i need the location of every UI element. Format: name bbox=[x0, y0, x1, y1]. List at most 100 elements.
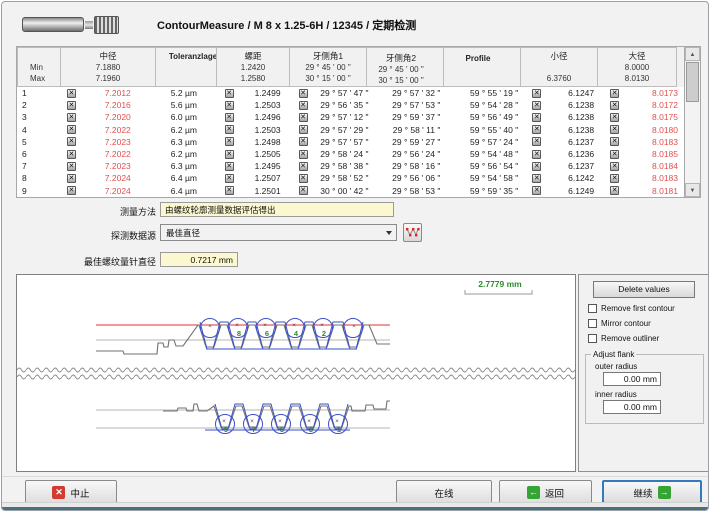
checkbox-checked-icon[interactable]: ✕ bbox=[610, 101, 619, 110]
contour-measure-window: ContourMeasure / M 8 x 1.25-6H / 12345 /… bbox=[1, 1, 709, 511]
checkbox-unchecked-icon[interactable] bbox=[588, 334, 597, 343]
table-row[interactable]: 7 ✕7.2023 6.3 µm ✕1.2495 ✕29 ° 58 ' 38 "… bbox=[17, 160, 684, 172]
pitch-value: 1.2501 bbox=[234, 186, 293, 196]
checkbox-checked-icon[interactable]: ✕ bbox=[532, 150, 541, 159]
checkbox-checked-icon[interactable]: ✕ bbox=[225, 101, 234, 110]
checkbox-checked-icon[interactable]: ✕ bbox=[225, 162, 234, 171]
checkbox-checked-icon[interactable]: ✕ bbox=[610, 174, 619, 183]
checkbox-checked-icon[interactable]: ✕ bbox=[610, 162, 619, 171]
wire-diameter-input[interactable]: 0.7217 mm bbox=[160, 252, 238, 267]
tolerance-value: 6.0 µm bbox=[157, 111, 219, 123]
remove-outliner-option[interactable]: Remove outliner bbox=[588, 334, 709, 343]
mirror-contour-option[interactable]: Mirror contour bbox=[588, 319, 709, 328]
checkbox-checked-icon[interactable]: ✕ bbox=[532, 137, 541, 146]
checkbox-checked-icon[interactable]: ✕ bbox=[610, 89, 619, 98]
tolerance-value: 6.2 µm bbox=[157, 124, 219, 136]
pitch-value: 1.2495 bbox=[234, 161, 293, 171]
checkbox-checked-icon[interactable]: ✕ bbox=[532, 174, 541, 183]
outer-radius-input[interactable]: 0.00 mm bbox=[603, 372, 661, 386]
checkbox-checked-icon[interactable]: ✕ bbox=[610, 137, 619, 146]
checkbox-checked-icon[interactable]: ✕ bbox=[299, 162, 308, 171]
chevron-down-icon bbox=[386, 231, 392, 238]
checkbox-checked-icon[interactable]: ✕ bbox=[67, 162, 76, 171]
checkbox-unchecked-icon[interactable] bbox=[588, 304, 597, 313]
online-label: 在线 bbox=[434, 486, 453, 500]
checkbox-checked-icon[interactable]: ✕ bbox=[67, 113, 76, 122]
tolerance-value: 6.2 µm bbox=[157, 148, 219, 160]
checkbox-checked-icon[interactable]: ✕ bbox=[532, 101, 541, 110]
flank-angle-2-value: 29 ° 57 ' 32 " bbox=[392, 88, 440, 98]
checkbox-checked-icon[interactable]: ✕ bbox=[67, 89, 76, 98]
checkbox-checked-icon[interactable]: ✕ bbox=[610, 150, 619, 159]
checkbox-checked-icon[interactable]: ✕ bbox=[610, 186, 619, 195]
checkbox-checked-icon[interactable]: ✕ bbox=[299, 174, 308, 183]
checkbox-checked-icon[interactable]: ✕ bbox=[299, 125, 308, 134]
tolerance-value: 6.3 µm bbox=[157, 136, 219, 148]
method-input[interactable]: 由螺纹轮廓测量数据评估得出 bbox=[160, 202, 394, 217]
flank-angle-1-value: 29 ° 56 ' 35 " bbox=[308, 100, 371, 110]
table-row[interactable]: 5 ✕7.2023 6.3 µm ✕1.2498 ✕29 ° 57 ' 57 "… bbox=[17, 136, 684, 148]
table-row[interactable]: 2 ✕7.2016 5.6 µm ✕1.2503 ✕29 ° 56 ' 35 "… bbox=[17, 99, 684, 111]
checkbox-checked-icon[interactable]: ✕ bbox=[67, 150, 76, 159]
table-row[interactable]: 1 ✕7.2012 5.2 µm ✕1.2499 ✕29 ° 57 ' 47 "… bbox=[17, 87, 684, 99]
table-scrollbar[interactable]: ▲ ▼ bbox=[685, 46, 701, 198]
svg-text:×: × bbox=[335, 418, 339, 425]
contour-plot-canvas: 2.7779 mm ××× ××× 8 6 4 2 bbox=[17, 275, 575, 471]
checkbox-checked-icon[interactable]: ✕ bbox=[610, 125, 619, 134]
checkbox-checked-icon[interactable]: ✕ bbox=[225, 150, 234, 159]
checkbox-checked-icon[interactable]: ✕ bbox=[225, 174, 234, 183]
checkbox-checked-icon[interactable]: ✕ bbox=[532, 113, 541, 122]
checkbox-checked-icon[interactable]: ✕ bbox=[610, 113, 619, 122]
checkbox-checked-icon[interactable]: ✕ bbox=[299, 137, 308, 146]
pitch-value: 1.2499 bbox=[234, 88, 293, 98]
major-diameter-value: 8.0185 bbox=[619, 149, 684, 159]
scroll-up-icon[interactable]: ▲ bbox=[685, 47, 700, 61]
table-row[interactable]: 8 ✕7.2024 6.4 µm ✕1.2507 ✕29 ° 58 ' 52 "… bbox=[17, 172, 684, 184]
table-row[interactable]: 6 ✕7.2022 6.2 µm ✕1.2505 ✕29 ° 58 ' 24 "… bbox=[17, 148, 684, 160]
checkbox-checked-icon[interactable]: ✕ bbox=[299, 101, 308, 110]
pitch-value: 1.2503 bbox=[234, 125, 293, 135]
table-row[interactable]: 3 ✕7.2020 6.0 µm ✕1.2496 ✕29 ° 57 ' 12 "… bbox=[17, 111, 684, 123]
checkbox-checked-icon[interactable]: ✕ bbox=[67, 174, 76, 183]
checkbox-checked-icon[interactable]: ✕ bbox=[299, 186, 308, 195]
source-dropdown[interactable]: 最佳直径 bbox=[160, 224, 397, 241]
contour-plot-panel[interactable]: 2.7779 mm ××× ××× 8 6 4 2 bbox=[16, 274, 576, 472]
scrollbar-track[interactable] bbox=[685, 103, 700, 183]
scrollbar-thumb[interactable] bbox=[686, 62, 699, 102]
checkbox-checked-icon[interactable]: ✕ bbox=[299, 113, 308, 122]
table-row[interactable]: 4 ✕7.2022 6.2 µm ✕1.2503 ✕29 ° 57 ' 29 "… bbox=[17, 124, 684, 136]
checkbox-unchecked-icon[interactable] bbox=[588, 319, 597, 328]
checkbox-checked-icon[interactable]: ✕ bbox=[225, 89, 234, 98]
checkbox-checked-icon[interactable]: ✕ bbox=[225, 137, 234, 146]
checkbox-checked-icon[interactable]: ✕ bbox=[67, 186, 76, 195]
table-row[interactable]: 9 ✕7.2024 6.4 µm ✕1.2501 ✕30 ° 00 ' 42 "… bbox=[17, 185, 684, 197]
minor-diameter-value: 6.1238 bbox=[541, 112, 604, 122]
svg-text:2: 2 bbox=[322, 329, 326, 338]
probe-points-button[interactable] bbox=[403, 223, 422, 242]
checkbox-checked-icon[interactable]: ✕ bbox=[225, 125, 234, 134]
checkbox-checked-icon[interactable]: ✕ bbox=[532, 162, 541, 171]
svg-text:5: 5 bbox=[280, 425, 284, 434]
checkbox-checked-icon[interactable]: ✕ bbox=[67, 137, 76, 146]
checkbox-checked-icon[interactable]: ✕ bbox=[532, 89, 541, 98]
pitch-value: 1.2503 bbox=[234, 100, 293, 110]
checkbox-checked-icon[interactable]: ✕ bbox=[299, 150, 308, 159]
checkbox-label: Remove outliner bbox=[601, 334, 659, 343]
checkbox-checked-icon[interactable]: ✕ bbox=[532, 186, 541, 195]
checkbox-checked-icon[interactable]: ✕ bbox=[225, 113, 234, 122]
break-band bbox=[17, 367, 575, 381]
inner-radius-input[interactable]: 0.00 mm bbox=[603, 400, 661, 414]
tolerance-value: 6.4 µm bbox=[157, 185, 219, 197]
checkbox-checked-icon[interactable]: ✕ bbox=[67, 125, 76, 134]
svg-text:×: × bbox=[278, 418, 282, 425]
delete-values-button[interactable]: Delete values bbox=[593, 281, 695, 298]
checkbox-checked-icon[interactable]: ✕ bbox=[532, 125, 541, 134]
checkbox-checked-icon[interactable]: ✕ bbox=[67, 101, 76, 110]
back-arrow-icon: ← bbox=[527, 486, 540, 499]
checkbox-checked-icon[interactable]: ✕ bbox=[299, 89, 308, 98]
scale-bracket bbox=[465, 290, 532, 294]
svg-text:×: × bbox=[235, 322, 239, 329]
checkbox-checked-icon[interactable]: ✕ bbox=[225, 186, 234, 195]
scroll-down-icon[interactable]: ▼ bbox=[685, 183, 700, 197]
remove-first-contour-option[interactable]: Remove first contour bbox=[588, 304, 709, 313]
